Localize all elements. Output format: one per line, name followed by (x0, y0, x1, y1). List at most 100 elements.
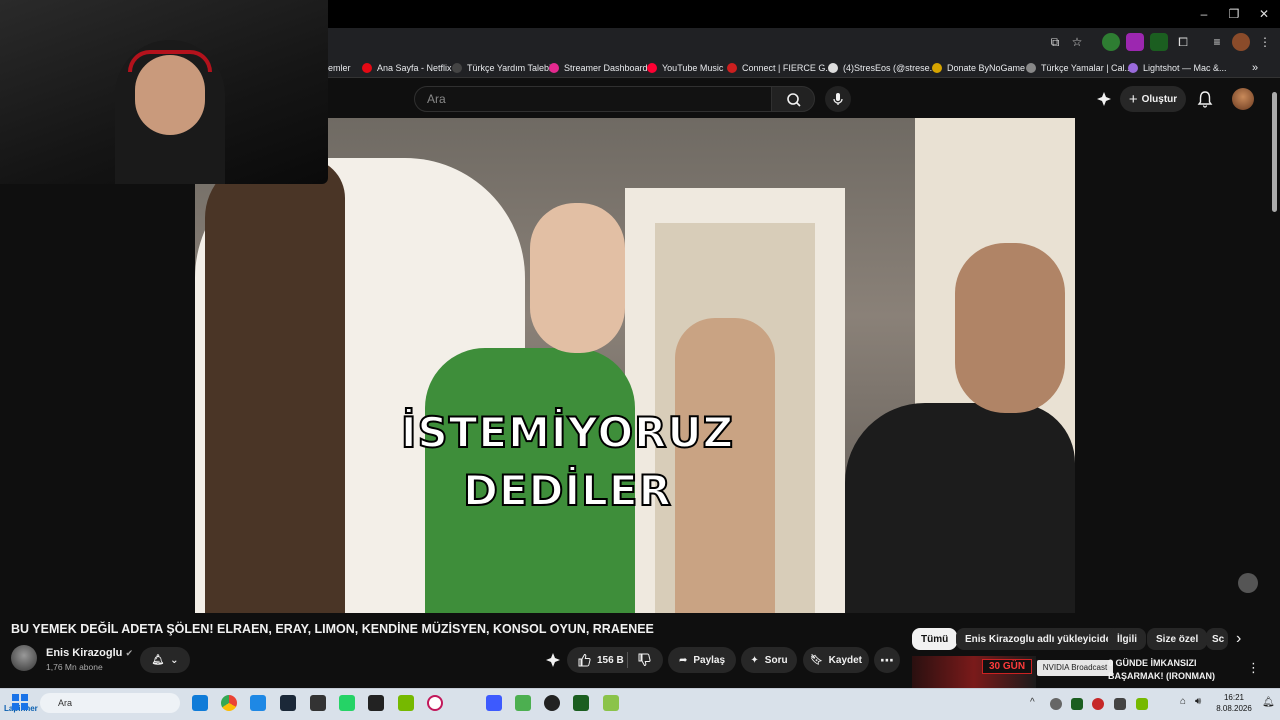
nvidia-icon[interactable] (398, 695, 414, 711)
chip-related[interactable]: İlgili (1108, 628, 1146, 650)
more-actions-button[interactable]: ⋯ (874, 647, 900, 673)
bookmark-star-icon[interactable]: ☆ (1068, 33, 1086, 51)
obs-icon[interactable] (310, 695, 326, 711)
thumbnail-badge: 30 GÜN (982, 659, 1032, 674)
netflix-icon (362, 63, 372, 73)
minecraft-icon[interactable] (515, 695, 531, 711)
subscriber-count: 1,76 Mn abone (46, 662, 103, 672)
bookmark-item[interactable]: Donate ByNoGame (932, 60, 1025, 76)
page-scrollbar[interactable] (1272, 92, 1277, 212)
whatsapp-icon[interactable] (339, 695, 355, 711)
bookmarks-overflow-icon[interactable]: » (1252, 60, 1258, 76)
volume-icon[interactable]: 🔊︎ (1195, 696, 1201, 707)
video-caption-line-1: İSTEMİYORUZ (400, 407, 735, 458)
network-icon[interactable]: ⌂ (1180, 696, 1186, 707)
microphone-icon (833, 93, 843, 105)
edge-icon[interactable] (192, 695, 208, 711)
search-input[interactable]: Ara (414, 86, 772, 112)
share-arrow-icon: ➦ (678, 654, 688, 666)
bookmark-item[interactable]: Türkçe Yardım Talebi (452, 60, 551, 76)
fierce-icon (727, 63, 737, 73)
ask-button[interactable]: ✦ Soru (741, 647, 797, 673)
notification-icon[interactable]: 🔔︎ (1262, 697, 1275, 708)
minimize-icon[interactable]: – (1196, 6, 1212, 22)
recommendation-thumbnail[interactable]: 30 GÜN (912, 656, 1036, 688)
tooltip: NVIDIA Broadcast (1037, 660, 1113, 676)
tray-app-icon[interactable] (1050, 698, 1062, 710)
video-title: BU YEMEK DEĞİL ADETA ŞÖLEN! ELRAEN, ERAY… (11, 622, 654, 636)
extensions-puzzle-icon[interactable]: ⧠ (1174, 33, 1192, 51)
bookmark-item[interactable]: Streamer Dashboard (549, 60, 648, 76)
channel-watermark[interactable] (1238, 573, 1258, 593)
tray-record-icon[interactable] (1092, 698, 1104, 710)
steam-icon[interactable] (280, 695, 296, 711)
tray-app-icon[interactable] (1114, 698, 1126, 710)
app-g-icon[interactable] (544, 695, 560, 711)
bookmark-item[interactable]: emler (328, 60, 351, 76)
long-hair (205, 158, 345, 613)
notifications-bell-icon[interactable] (1197, 90, 1213, 108)
dislike-button[interactable] (637, 653, 651, 670)
twitter-icon (828, 63, 838, 73)
search-button[interactable] (771, 86, 815, 112)
nvidia-app-icon[interactable] (573, 695, 589, 711)
lightshot-icon (1128, 63, 1138, 73)
save-button[interactable]: 🔖︎ Kaydet (803, 647, 869, 673)
voice-search-button[interactable] (825, 86, 851, 112)
sparkle-ask-icon[interactable] (545, 652, 561, 668)
create-button[interactable]: + Oluştur (1120, 86, 1186, 112)
app-icon[interactable] (486, 695, 502, 711)
chip-all[interactable]: Tümü (912, 628, 958, 650)
chip-for-you[interactable]: Size özel (1147, 628, 1208, 650)
extension-purple-icon[interactable] (1126, 33, 1144, 51)
bookmark-item[interactable]: YouTube Music (647, 60, 723, 76)
globe-icon (1026, 63, 1036, 73)
share-button[interactable]: ➦ Paylaş (668, 647, 736, 673)
bookmark-item[interactable]: (4)StresEos (@strese... (828, 60, 937, 76)
epic-games-icon[interactable] (368, 695, 384, 711)
like-button[interactable]: 156 B (577, 653, 624, 667)
profile-avatar-icon[interactable] (1232, 33, 1250, 51)
chrome-menu-icon[interactable]: ⋮ (1256, 33, 1274, 51)
bookmark-item[interactable]: Ana Sayfa - Netflix (362, 60, 452, 76)
extension-green-icon[interactable] (1102, 33, 1120, 51)
tray-nvidia-icon[interactable] (1071, 698, 1083, 710)
face-right (955, 243, 1065, 413)
sparkle-icon[interactable] (1096, 91, 1112, 107)
close-icon[interactable]: ✕ (1256, 6, 1272, 22)
file-explorer-icon[interactable] (250, 695, 266, 711)
opera-icon[interactable] (427, 695, 443, 711)
account-avatar[interactable] (1232, 88, 1254, 110)
taskbar-search-input[interactable]: Ara (40, 693, 180, 713)
chip-from-uploader[interactable]: Enis Kirazoglu adlı yükleyiciden (956, 628, 1127, 650)
tray-app-icon[interactable] (1136, 698, 1148, 710)
dashboard-icon (549, 63, 559, 73)
sparkle-icon: ✦ (750, 654, 759, 666)
webcam-overlay (0, 0, 328, 184)
plus-icon: + (1128, 90, 1138, 108)
recommendation-title[interactable]: 0 GÜNDE İMKANSIZI BAŞARMAK! (IRONMAN) (1108, 657, 1215, 683)
restore-icon[interactable]: ❐ (1226, 6, 1242, 22)
bookmark-item[interactable]: Lightshot — Mac &... (1128, 60, 1227, 76)
bookmark-icon: 🔖︎ (809, 654, 823, 666)
verified-icon: ✔ (125, 648, 134, 658)
channel-avatar[interactable] (11, 645, 37, 671)
chrome-icon[interactable] (221, 695, 237, 711)
face-center (530, 203, 625, 353)
reading-list-icon[interactable]: ≡ (1208, 33, 1226, 51)
channel-name[interactable]: Enis Kirazoglu ✔ (46, 647, 133, 659)
cast-icon[interactable]: ⧉ (1046, 33, 1064, 51)
taskbar-clock[interactable]: 16:21 8.08.2026 (1212, 692, 1256, 714)
video-player[interactable]: İSTEMİYORUZ DEDİLER (195, 118, 1075, 613)
bookmark-item[interactable]: Connect | FIERCE G... (727, 60, 833, 76)
chip-partial[interactable]: Sc (1206, 628, 1228, 650)
tray-chevron-up-icon[interactable]: ^ (1030, 697, 1035, 708)
chevron-right-icon[interactable]: › (1236, 630, 1241, 648)
app-cube-icon[interactable] (603, 695, 619, 711)
bookmark-item[interactable]: Türkçe Yamalar | Cal... (1026, 60, 1132, 76)
extension-nvidia-icon[interactable] (1150, 33, 1168, 51)
more-vertical-icon[interactable]: ⋮ (1247, 660, 1260, 676)
subscribed-bell-button[interactable]: 🔔︎ ⌄ (140, 647, 190, 673)
windows-start-icon[interactable] (12, 694, 28, 710)
headphones (128, 50, 212, 72)
